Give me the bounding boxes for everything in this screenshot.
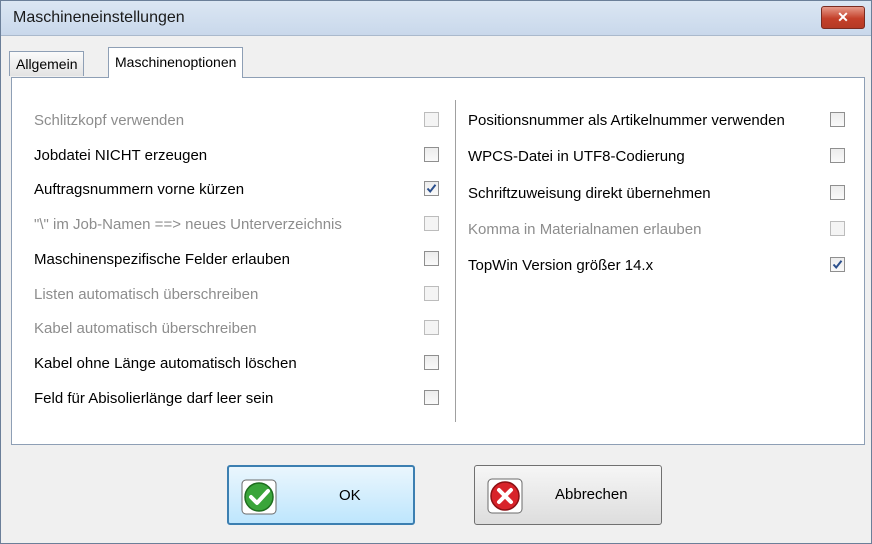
ok-button[interactable]: OK <box>227 465 415 525</box>
option-label: Jobdatei NICHT erzeugen <box>34 146 208 164</box>
option-checkbox <box>424 320 439 336</box>
tab-label: Maschinenoptionen <box>115 54 237 70</box>
option-label: Positionsnummer als Artikelnummer verwen… <box>468 112 785 129</box>
checkmark-icon <box>241 479 277 515</box>
checkmark-icon <box>426 184 437 194</box>
option-row[interactable]: Feld für Abisolierlänge darf leer sein <box>34 388 444 410</box>
tab-label: Allgemein <box>16 56 78 72</box>
option-label: Komma in Materialnamen erlauben <box>468 220 702 238</box>
option-row: Kabel automatisch überschreiben <box>34 318 444 340</box>
option-row: Schlitzkopf verwenden <box>34 110 444 132</box>
option-label: Schlitzkopf verwenden <box>34 112 185 129</box>
option-label: Schriftzuweisung direkt übernehmen <box>468 184 711 202</box>
option-checkbox[interactable] <box>424 146 439 162</box>
option-checkbox[interactable] <box>830 257 845 273</box>
option-row[interactable]: Positionsnummer als Artikelnummer verwen… <box>468 110 850 132</box>
option-checkbox <box>830 220 845 236</box>
close-button[interactable]: ✕ <box>821 6 865 29</box>
checkmark-icon <box>832 260 843 270</box>
option-label: Feld für Abisolierlänge darf leer sein <box>34 389 274 407</box>
option-label: Auftragsnummern vorne kürzen <box>34 181 245 199</box>
option-checkbox[interactable] <box>424 354 439 370</box>
option-row[interactable]: Maschinenspezifische Felder erlauben <box>34 249 444 271</box>
option-row[interactable]: TopWin Version größer 14.x <box>468 255 850 277</box>
option-row[interactable]: Jobdatei NICHT erzeugen <box>34 145 444 167</box>
option-checkbox[interactable] <box>830 148 845 164</box>
option-checkbox[interactable] <box>830 112 845 127</box>
ok-label: OK <box>339 487 361 504</box>
option-checkbox[interactable] <box>424 250 439 266</box>
close-icon: ✕ <box>837 9 849 25</box>
cancel-x-icon <box>487 478 523 514</box>
option-label: Kabel automatisch überschreiben <box>34 320 257 338</box>
option-checkbox <box>424 216 439 232</box>
window-title: Maschineneinstellungen <box>13 9 185 26</box>
option-label: Kabel ohne Länge automatisch löschen <box>34 354 297 372</box>
option-row[interactable]: Schriftzuweisung direkt übernehmen <box>468 183 850 205</box>
option-checkbox[interactable] <box>424 181 439 197</box>
tab-allgemein[interactable]: Allgemein <box>9 51 85 76</box>
option-label: "\" im Job-Namen ==> neues Unterverzeich… <box>34 216 342 234</box>
options-panel: Schlitzkopf verwenden Jobdatei NICHT erze… <box>11 77 865 445</box>
option-row[interactable]: Kabel ohne Länge automatisch löschen <box>34 353 444 375</box>
column-divider <box>455 100 456 422</box>
option-label: TopWin Version größer 14.x <box>468 257 654 275</box>
cancel-label: Abbrechen <box>555 486 628 503</box>
settings-dialog: Maschineneinstellungen ✕ Allgemein Masch… <box>0 0 872 544</box>
option-row: Listen automatisch überschreiben <box>34 284 444 306</box>
option-label: WPCS-Datei in UTF8-Codierung <box>468 148 685 166</box>
title-bar[interactable]: Maschineneinstellungen ✕ <box>1 1 871 36</box>
option-row: "\" im Job-Namen ==> neues Unterverzeich… <box>34 214 444 236</box>
option-checkbox <box>424 285 439 301</box>
option-row: Komma in Materialnamen erlauben <box>468 219 850 241</box>
option-label: Listen automatisch überschreiben <box>34 285 259 303</box>
option-checkbox[interactable] <box>424 389 439 405</box>
tab-maschinenoptionen[interactable]: Maschinenoptionen <box>108 47 244 78</box>
option-row[interactable]: Auftragsnummern vorne kürzen <box>34 179 444 201</box>
cancel-button[interactable]: Abbrechen <box>474 465 662 525</box>
option-checkbox <box>424 112 439 127</box>
option-row[interactable]: WPCS-Datei in UTF8-Codierung <box>468 146 850 168</box>
option-label: Maschinenspezifische Felder erlauben <box>34 250 290 268</box>
option-checkbox[interactable] <box>830 184 845 200</box>
